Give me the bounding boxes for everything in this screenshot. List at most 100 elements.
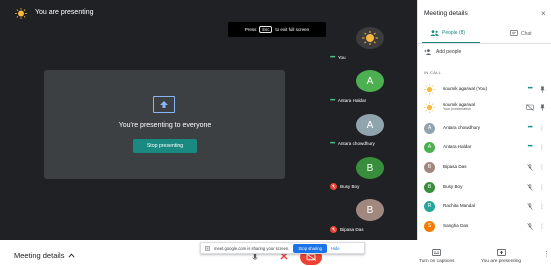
avatar: B [424, 161, 435, 173]
captions-button[interactable]: Turn on captions [419, 249, 455, 264]
presenting-message: You're presenting to everyone [118, 122, 212, 129]
tab-people[interactable]: People (8) [430, 30, 465, 36]
more-options-icon[interactable]: ⋮ [536, 125, 548, 132]
participant-name: soumik agarwal (You) [443, 86, 488, 92]
end-call-icon [305, 253, 317, 261]
panel-title: Meeting details [424, 10, 468, 17]
pause-icon [205, 245, 210, 251]
participant-name-block: soumik agarwal Your presentation [443, 102, 524, 113]
participant-row[interactable]: S Sangha Das ⋮ [424, 218, 548, 234]
present-screen-icon [496, 249, 506, 256]
bottom-right-controls: Turn on captions You are presenting ⋮ [417, 240, 551, 266]
tab-people-label: People (8) [442, 30, 466, 36]
participant-row[interactable]: B Bipasa Das ⋮ [424, 159, 548, 175]
stop-sharing-button[interactable]: Stop sharing [293, 243, 327, 253]
close-icon[interactable]: × [541, 9, 546, 18]
participant-row[interactable]: soumik agarwal (You) ••• [424, 81, 548, 97]
more-options-icon[interactable]: ⋮ [543, 250, 550, 258]
participant-row[interactable]: A Antara chowdhury ••• ⋮ [424, 120, 548, 136]
participant-subtitle: Your presentation [443, 107, 472, 111]
speaking-indicator-icon: ••• [527, 86, 533, 92]
mic-off-icon[interactable] [524, 183, 536, 191]
tile-label-busy-boy: Busy Boy [330, 183, 359, 190]
present-screen-icon [153, 96, 175, 113]
speaking-indicator-icon: ••• [527, 144, 533, 150]
fullscreen-hint-suffix: to exit full screen [275, 27, 310, 32]
presenting-label: You are presenting [481, 259, 522, 264]
tile-name: Antara Haldar [337, 98, 367, 103]
mic-off-icon[interactable] [524, 163, 536, 171]
more-options-icon[interactable]: ⋮ [536, 184, 548, 191]
participant-name: Busy Boy [443, 184, 463, 190]
tile-name: Antara chowdhury [337, 141, 375, 146]
chat-icon [510, 30, 518, 37]
fullscreen-hint-press: Press [244, 27, 257, 32]
mic-off-icon [330, 183, 337, 190]
sun-avatar-icon [424, 83, 435, 95]
tab-chat-label: Chat [521, 30, 532, 37]
chevron-up-icon [68, 253, 75, 258]
screen-share-off-icon[interactable] [524, 103, 536, 111]
avatar: S [424, 220, 435, 232]
sun-avatar-icon [424, 101, 435, 113]
sun-avatar-icon [14, 8, 28, 19]
more-options-icon[interactable]: ⋮ [536, 164, 548, 171]
participant-name: soumik agarwal [443, 101, 475, 107]
add-person-icon [424, 49, 432, 55]
speaking-indicator-icon: ••• [330, 54, 335, 61]
screen-share-notification: meet.google.com is sharing your screen. … [200, 242, 365, 254]
participant-row[interactable]: R Rachita Mandal ⋮ [424, 198, 548, 214]
speaking-indicator-icon: ••• [527, 125, 533, 131]
participant-row[interactable]: B Busy Boy ⋮ [424, 179, 548, 195]
fullscreen-hint: Press Esc to exit full screen [228, 22, 326, 37]
pin-icon[interactable] [536, 104, 548, 111]
mic-off-icon[interactable] [524, 222, 536, 230]
more-options-icon[interactable]: ⋮ [536, 203, 548, 210]
meeting-details-button[interactable]: Meeting details [14, 251, 75, 260]
avatar: A [424, 122, 435, 134]
tile-label-you: ••• You [330, 54, 346, 61]
tile-avatar-antara-haldar: A [356, 70, 384, 92]
divider [417, 43, 551, 44]
more-options-icon[interactable]: ⋮ [536, 223, 548, 230]
tile-name: You [337, 55, 346, 60]
presenting-button[interactable]: You are presenting [481, 249, 521, 264]
tile-avatar-busy-boy: B [356, 157, 384, 179]
tab-chat[interactable]: Chat [510, 30, 532, 37]
presenting-status: You are presenting [35, 9, 94, 16]
tile-avatar-bipasa-das: B [356, 199, 384, 221]
mic-off-icon [330, 226, 337, 233]
participant-name: Antara Haldar [443, 144, 472, 150]
tile-label-antara-chowdhury: ••• Antara chowdhury [330, 140, 375, 147]
avatar: R [424, 200, 435, 212]
stop-presenting-button[interactable]: Stop presenting [133, 139, 197, 153]
participant-name: Rachita Mandal [443, 203, 475, 209]
add-people-button[interactable]: Add people [424, 49, 461, 55]
participant-row[interactable]: soumik agarwal Your presentation [424, 99, 548, 115]
share-message: meet.google.com is sharing your screen. [214, 245, 290, 251]
speaking-indicator-icon: ••• [330, 140, 335, 147]
speaking-indicator-icon: ••• [330, 97, 335, 104]
participant-name: Sangha Das [443, 223, 469, 229]
esc-key: Esc [259, 26, 273, 33]
pin-icon[interactable] [536, 86, 548, 93]
tile-avatar-antara-chowdhury: A [356, 114, 384, 136]
more-options-icon[interactable]: ⋮ [536, 144, 548, 151]
avatar: B [424, 181, 435, 193]
sun-avatar-icon [356, 27, 384, 49]
participant-name: Antara chowdhury [443, 125, 481, 131]
avatar: A [424, 141, 435, 153]
mic-off-icon[interactable] [524, 202, 536, 210]
in-call-section-label: IN CALL [424, 70, 442, 75]
mic-icon[interactable] [252, 253, 258, 262]
tile-label-bipasa-das: Bipasa Das [330, 226, 364, 233]
add-people-label: Add people [436, 49, 462, 55]
hide-button[interactable]: Hide [331, 246, 340, 251]
tile-avatar-you [356, 27, 384, 49]
meeting-details-label: Meeting details [14, 251, 65, 260]
tile-name: Bipasa Das [340, 227, 364, 232]
tile-name: Busy Boy [340, 184, 360, 189]
captions-label: Turn on captions [419, 259, 455, 264]
participant-row[interactable]: A Antara Haldar ••• ⋮ [424, 139, 548, 155]
captions-icon [432, 249, 442, 256]
